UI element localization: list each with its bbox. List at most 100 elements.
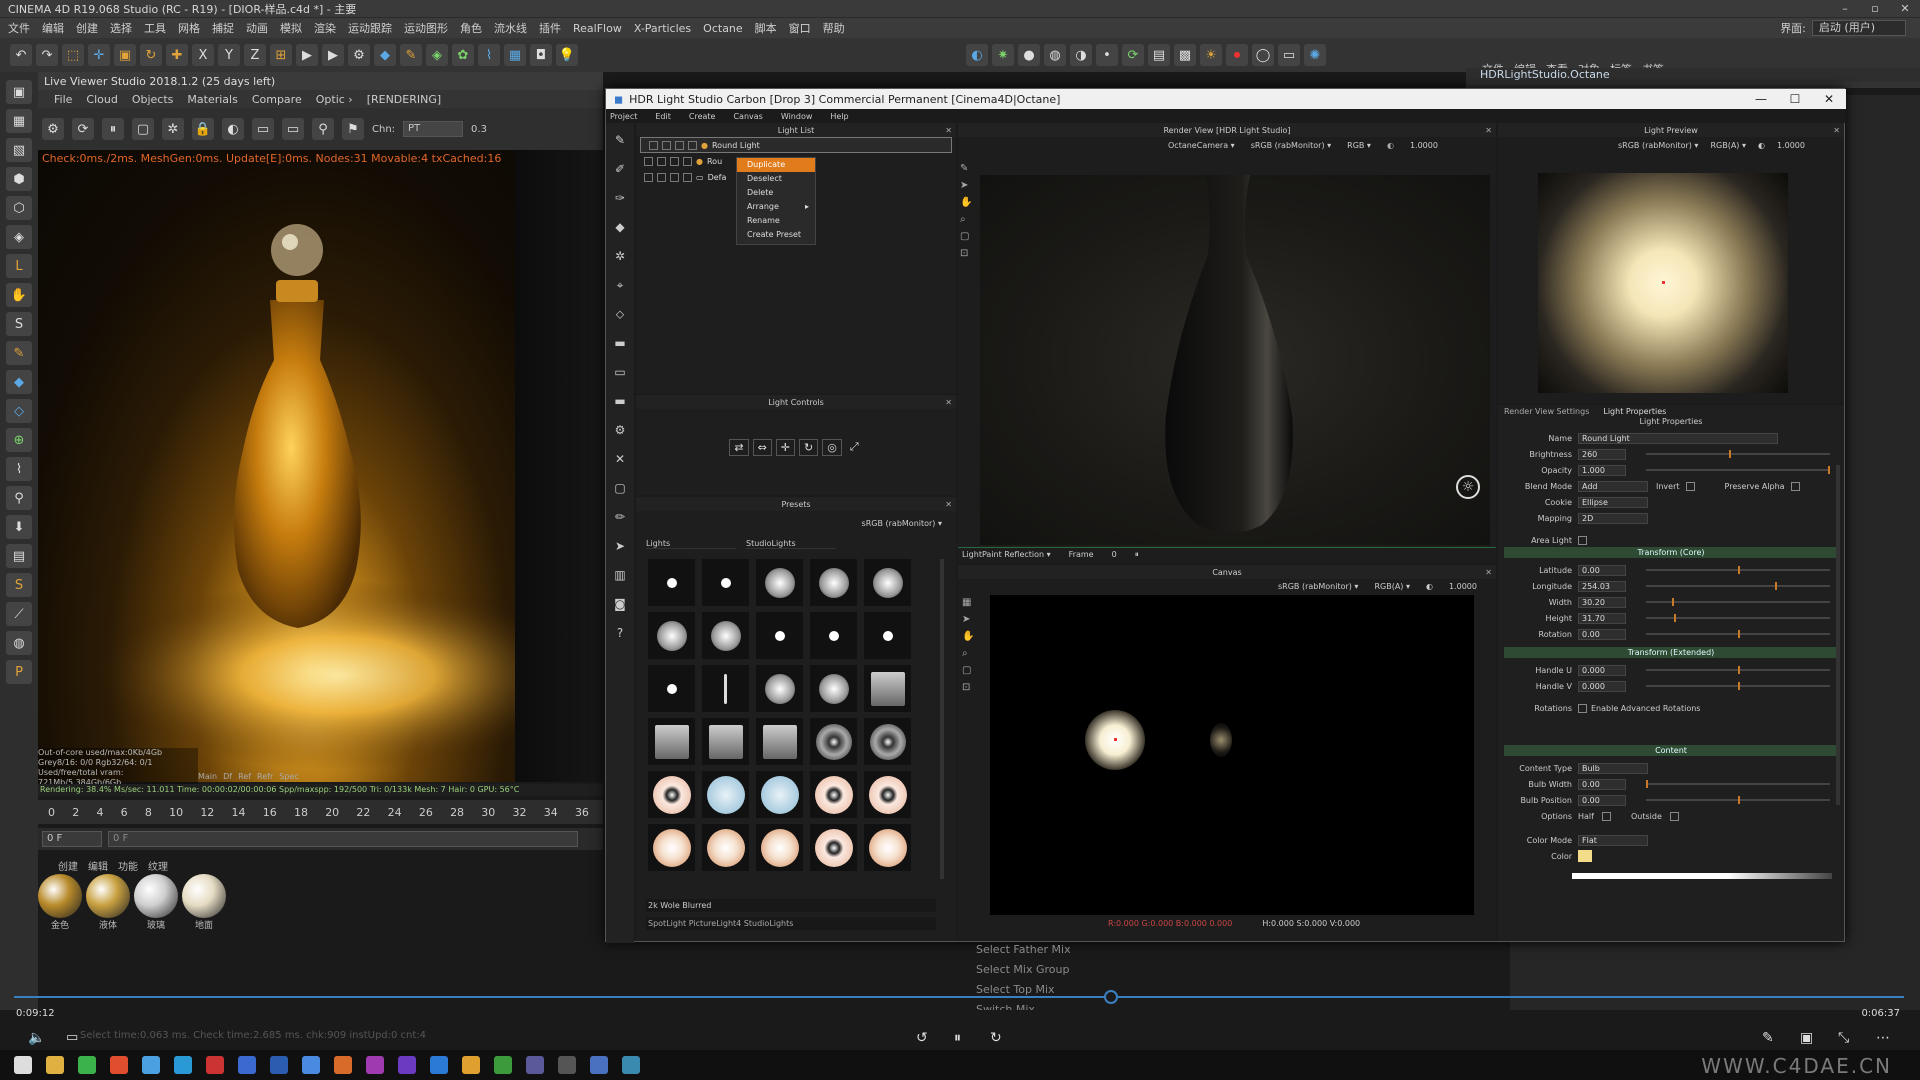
preset-thumbnail[interactable] — [810, 718, 857, 765]
handle-v-field[interactable]: 0.000 — [1578, 680, 1626, 692]
hdr-menu-project[interactable]: Project — [610, 112, 637, 121]
presets-scrollbar[interactable] — [940, 559, 944, 879]
preset-thumbnail[interactable] — [810, 824, 857, 871]
height-slider[interactable] — [1646, 614, 1830, 622]
section-transform-core[interactable]: Transform (Core) — [1504, 547, 1838, 558]
preset-thumbnail[interactable] — [756, 718, 803, 765]
preserve-alpha-checkbox[interactable] — [1790, 481, 1800, 491]
render-picture-icon[interactable]: ▶ — [322, 44, 344, 66]
preset-thumbnail[interactable] — [756, 559, 803, 606]
menu-xparticles[interactable]: X-Particles — [634, 22, 691, 35]
maximize-button[interactable]: ▫ — [1860, 2, 1890, 15]
menu-motion-tracking[interactable]: 运动跟踪 — [348, 20, 392, 36]
timeline-ruler[interactable]: 0 2 4 6 8 10 12 14 16 18 20 22 24 26 28 30 32 34 36 — [38, 800, 603, 824]
hdri-canvas[interactable] — [990, 595, 1474, 915]
opacity-field[interactable]: 1.000 — [1578, 464, 1626, 476]
app-purple-icon[interactable] — [526, 1056, 544, 1074]
pause-icon[interactable]: ⏸ — [1135, 550, 1139, 560]
link-light-icon[interactable]: ⤢ — [846, 439, 863, 456]
preset-thumbnail[interactable] — [648, 559, 695, 606]
light-list-close-icon[interactable]: ✕ — [945, 126, 952, 135]
light-controls-close-icon[interactable]: ✕ — [945, 398, 952, 407]
lightpaint-mode-dropdown[interactable]: LightPaint Reflection ▾ — [962, 550, 1051, 559]
rotation-slider[interactable] — [1646, 630, 1830, 638]
hdr-maximize-button[interactable]: ☐ — [1778, 92, 1812, 106]
lv-sphere-icon[interactable]: ◐ — [222, 118, 244, 140]
octane-sphere-icon[interactable]: ◍ — [1044, 44, 1066, 66]
octane-render-viewport[interactable] — [38, 150, 603, 782]
pip-icon[interactable]: ▣ — [1800, 1030, 1813, 1046]
presets-category-dropdown[interactable]: Lights — [646, 539, 736, 549]
menu-tools[interactable]: 工具 — [144, 20, 166, 36]
lock-checkbox[interactable] — [675, 140, 684, 150]
render-view-canvas[interactable]: ☼ — [980, 175, 1490, 545]
knife-icon[interactable]: ⌇ — [6, 457, 32, 481]
menu-snap[interactable]: 捕捉 — [212, 20, 234, 36]
render-settings-icon[interactable]: ⚙ — [348, 44, 370, 66]
panel-icon[interactable]: ▬ — [609, 390, 631, 412]
light-preview-close-icon[interactable]: ✕ — [1833, 126, 1840, 135]
axis-x-icon[interactable]: X — [192, 44, 214, 66]
color-mode-dropdown[interactable]: Flat — [1578, 834, 1648, 846]
octane-dot-icon[interactable]: • — [1096, 44, 1118, 66]
paint-light-icon[interactable]: ✎ — [609, 129, 631, 151]
undo-icon[interactable]: ↶ — [10, 44, 32, 66]
info-tab-refr[interactable]: Refr — [257, 772, 273, 781]
lock-checkbox[interactable] — [670, 172, 679, 182]
settings-icon[interactable]: ⚙ — [609, 419, 631, 441]
rv-fit-icon[interactable]: ⊡ — [960, 248, 972, 259]
color-gradient-bar[interactable] — [1572, 873, 1832, 879]
outside-checkbox[interactable] — [1669, 811, 1679, 821]
ctx-deselect[interactable]: Deselect — [737, 172, 815, 186]
preset-thumbnail[interactable] — [810, 559, 857, 606]
current-frame-field[interactable]: 0 F — [42, 831, 102, 847]
octane-circle-icon[interactable]: ◯ — [1252, 44, 1274, 66]
octane-hdr-icon[interactable]: ✺ — [1304, 44, 1326, 66]
material-item[interactable]: 玻璃 — [134, 874, 178, 934]
content-type-dropdown[interactable]: Bulb — [1578, 762, 1648, 774]
lv-frame-icon[interactable]: ▭ — [252, 118, 274, 140]
hdr-menu-create[interactable]: Create — [689, 112, 716, 121]
menu-file[interactable]: 文件 — [8, 20, 30, 36]
visibility-checkbox[interactable] — [644, 156, 653, 166]
rv-hand-icon[interactable]: ✋ — [960, 197, 972, 208]
menu-character[interactable]: 角色 — [460, 20, 482, 36]
model-mode-icon[interactable]: ▣ — [6, 80, 32, 104]
search-app-icon[interactable] — [110, 1056, 128, 1074]
render-view-icon[interactable]: ▶ — [296, 44, 318, 66]
target-light-icon[interactable]: ◎ — [822, 439, 842, 456]
cross-icon[interactable]: ✕ — [609, 448, 631, 470]
preset-thumbnail[interactable] — [648, 612, 695, 659]
menu-simulate[interactable]: 模拟 — [280, 20, 302, 36]
canvas-colorspace-dropdown[interactable]: sRGB (rabMonitor) ▾ — [1278, 582, 1358, 591]
canvas-zoom-icon[interactable]: ⌕ — [962, 648, 974, 659]
drop-icon[interactable]: ⬦ — [609, 303, 631, 325]
longitude-field[interactable]: 254.03 — [1578, 580, 1626, 592]
array-icon[interactable]: ✿ — [452, 44, 474, 66]
ctx-create-preset[interactable]: Create Preset — [737, 228, 815, 242]
lv-pick-icon[interactable]: ⚑ — [342, 118, 364, 140]
preset-thumbnail[interactable] — [756, 612, 803, 659]
preset-thumbnail[interactable] — [648, 771, 695, 818]
mograph-icon[interactable]: ▤ — [6, 544, 32, 568]
edges-mode-icon[interactable]: ⬡ — [6, 196, 32, 220]
brightness-slider[interactable] — [1646, 450, 1830, 458]
invert-checkbox[interactable] — [1685, 481, 1695, 491]
video-progress-track[interactable] — [14, 996, 1904, 998]
notes-icon[interactable] — [142, 1056, 160, 1074]
om-object-row[interactable]: HDRLightStudio.Octane — [1466, 68, 1920, 82]
texture-mode-icon[interactable]: ▦ — [6, 109, 32, 133]
pencil-icon[interactable]: ✏ — [609, 506, 631, 528]
presets-close-icon[interactable]: ✕ — [945, 500, 952, 509]
lv-gear-icon[interactable]: ✲ — [162, 118, 184, 140]
lp-channel-dropdown[interactable]: RGB(A) ▾ — [1710, 141, 1746, 150]
chrome-icon[interactable] — [462, 1056, 480, 1074]
ctx-duplicate[interactable]: Duplicate — [737, 158, 815, 172]
camera-icon[interactable]: ◙ — [609, 593, 631, 615]
preset-thumbnail[interactable] — [702, 824, 749, 871]
mute-checkbox[interactable] — [688, 140, 697, 150]
solo-checkbox[interactable] — [662, 140, 671, 150]
axis-y-icon[interactable]: Y — [218, 44, 240, 66]
floor-icon[interactable]: ▦ — [504, 44, 526, 66]
camera-dropdown[interactable]: OctaneCamera ▾ — [1168, 141, 1235, 150]
